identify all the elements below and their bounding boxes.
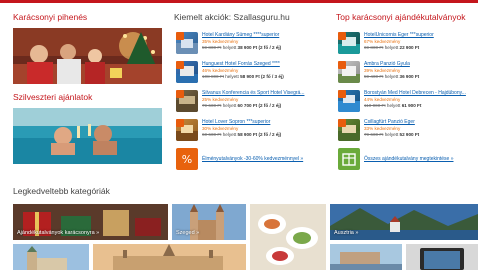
category-label: Szeged »: [176, 230, 200, 236]
deal-item[interactable]: Silvanus Konferencia és Sport Hotel Vise…: [176, 90, 324, 116]
gift-voucher-item[interactable]: HotelUnicornis Eger ***superior 67% kedv…: [338, 32, 478, 58]
category-tile[interactable]: [330, 244, 402, 270]
deal-price: 59 800 Ft helyett 38 900 Ft (2 fő / 2 éj…: [202, 45, 282, 50]
deal-discount: 46% kedvezmény: [202, 68, 239, 73]
deal-item[interactable]: Hunguest Hotel Forrás Szeged **** 46% ke…: [176, 61, 324, 87]
discount-badge-icon: [338, 61, 346, 69]
deal-name[interactable]: Ambra Panzió Gyula: [364, 61, 410, 67]
budapest-parliament-image: [93, 244, 246, 270]
deal-price: 79 600 Ft helyett 52 900 Ft: [364, 132, 420, 137]
gift-voucher-item[interactable]: Csillagfürt Panzió Eger 33% kedvezmény 7…: [338, 119, 478, 145]
new-year-photo[interactable]: [13, 108, 162, 164]
category-gastro[interactable]: [250, 204, 326, 270]
lakeside-building-image: [330, 244, 402, 270]
deal-name[interactable]: Hotel Kardiány Sümeg ****superior: [202, 32, 279, 38]
deal-price: 108 800 Ft helyett 58 900 Ft (2 fő / 3 é…: [202, 74, 284, 79]
category-christmas-vouchers[interactable]: Ajándékutalványok karácsonyra »: [13, 204, 168, 240]
gift-voucher-icon: [338, 148, 360, 170]
category-label: Ajándékutalványok karácsonyra »: [17, 230, 100, 236]
category-tile[interactable]: [93, 244, 246, 270]
category-label: Ausztria »: [334, 230, 359, 236]
discount-badge-icon: [338, 119, 346, 127]
deal-price: 110 000 Ft helyett 61 900 Ft: [364, 103, 422, 108]
deal-name[interactable]: Hunguest Hotel Forrás Szeged ****: [202, 61, 280, 67]
heading-popular-categories: Legkedveltebb kategóriák: [13, 186, 110, 196]
top-accent-bar: [0, 0, 478, 3]
deal-discount: 25% kedvezmény: [202, 97, 239, 102]
tablet-device-image: [406, 244, 478, 270]
deal-price: 79 600 Ft helyett 60 700 Ft (2 fő / 2 éj…: [202, 103, 282, 108]
deal-price: 69 800 Ft helyett 22 900 Ft: [364, 45, 420, 50]
gift-voucher-item[interactable]: Borostyán Med Hotel Debrecen - Hajdúbony…: [338, 90, 478, 116]
voucher-percent-icon: %: [176, 148, 198, 170]
deal-price: 60 600 Ft helyett 58 900 Ft (2 fő / 2 éj…: [202, 132, 282, 137]
deal-discount: 67% kedvezmény: [364, 39, 401, 44]
heading-christmas: Karácsonyi pihenés: [13, 12, 88, 22]
discount-badge-icon: [176, 119, 184, 127]
deal-discount: 39% kedvezmény: [364, 68, 401, 73]
experience-vouchers-link-row[interactable]: % Élményutalványok -30-60% kedvezménnyel…: [176, 148, 324, 174]
category-tile[interactable]: [13, 244, 89, 270]
discount-badge-icon: [176, 32, 184, 40]
food-plates-image: [250, 204, 326, 270]
deal-discount: 44% kedvezmény: [364, 97, 401, 102]
deal-name[interactable]: HotelUnicornis Eger ***superior: [364, 32, 434, 38]
discount-badge-icon: [176, 61, 184, 69]
deal-name[interactable]: Silvanus Konferencia és Sport Hotel Vise…: [202, 90, 304, 96]
category-austria[interactable]: Ausztria »: [330, 204, 478, 240]
category-tile[interactable]: [406, 244, 478, 270]
christmas-family-image: [13, 28, 162, 84]
deal-item[interactable]: Hotel Lover Sopron ***superior 30% kedve…: [176, 119, 324, 145]
castle-image: [13, 244, 89, 270]
deal-name[interactable]: Borostyán Med Hotel Debrecen - Hajdúbony…: [364, 90, 466, 96]
heading-new-year: Szilveszteri ajánlatok: [13, 92, 93, 102]
gift-voucher-item[interactable]: Ambra Panzió Gyula 39% kedvezmény 59 400…: [338, 61, 478, 87]
discount-badge-icon: [176, 90, 184, 98]
deal-discount: 33% kedvezmény: [364, 126, 401, 131]
category-szeged[interactable]: Szeged »: [172, 204, 246, 240]
all-gift-vouchers-link-row[interactable]: Összes ajándékutalvány megtekintése »: [338, 148, 478, 174]
heading-top-gift-vouchers: Top karácsonyi ajándékutalványok: [336, 12, 466, 22]
experience-vouchers-link[interactable]: Élményutalványok -30-60% kedvezménnyel »: [202, 156, 303, 162]
svg-text:%: %: [182, 153, 192, 166]
all-gift-vouchers-link[interactable]: Összes ajándékutalvány megtekintése »: [364, 156, 454, 162]
deal-item[interactable]: Hotel Kardiány Sümeg ****superior 35% ke…: [176, 32, 324, 58]
deal-discount: 35% kedvezmény: [202, 39, 239, 44]
deal-price: 59 400 Ft helyett 36 900 Ft: [364, 74, 420, 79]
deal-discount: 30% kedvezmény: [202, 126, 239, 131]
spa-couple-image: [13, 108, 162, 164]
discount-badge-icon: [338, 90, 346, 98]
christmas-photo[interactable]: [13, 28, 162, 84]
deal-name[interactable]: Hotel Lover Sopron ***superior: [202, 119, 270, 125]
deal-name[interactable]: Csillagfürt Panzió Eger: [364, 119, 415, 125]
discount-badge-icon: [338, 32, 346, 40]
heading-featured-deals: Kiemelt akciók: Szallasguru.hu: [174, 12, 290, 22]
